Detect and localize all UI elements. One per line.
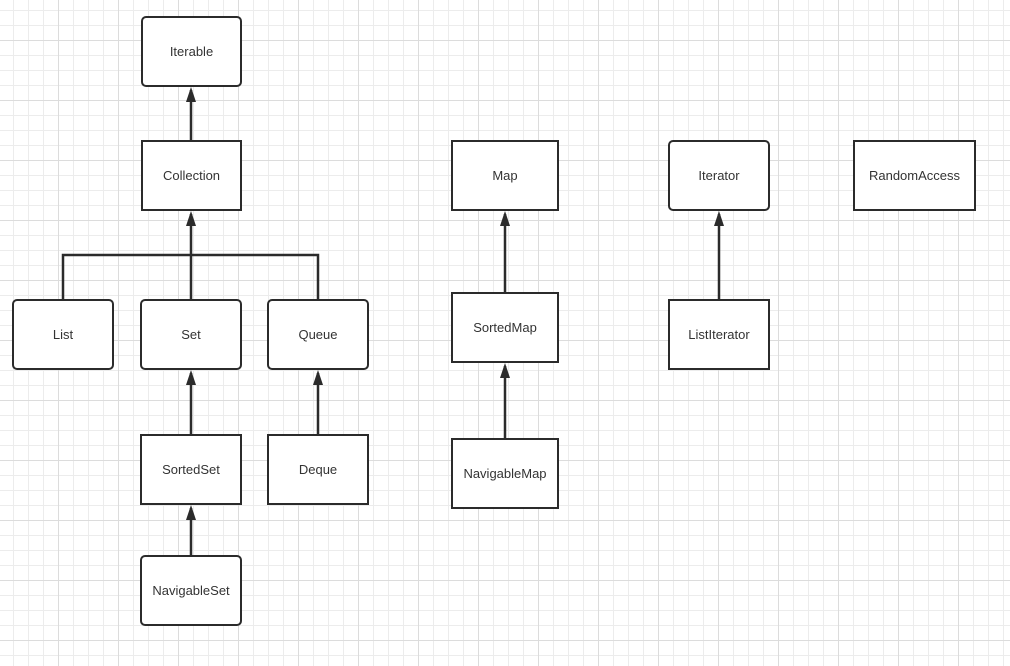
node-label: Set (181, 327, 201, 342)
node-randomaccess[interactable]: RandomAccess (853, 140, 976, 211)
arrowhead-icon (500, 363, 510, 378)
node-label: RandomAccess (868, 168, 961, 183)
node-iterable[interactable]: Iterable (141, 16, 242, 87)
node-sortedset[interactable]: SortedSet (140, 434, 242, 505)
node-navigablemap[interactable]: NavigableMap (451, 438, 559, 509)
node-label: Iterator (698, 168, 740, 183)
arrowhead-icon (186, 505, 196, 520)
node-label: NavigableSet (152, 583, 230, 598)
node-deque[interactable]: Deque (267, 434, 369, 505)
node-iterator[interactable]: Iterator (668, 140, 770, 211)
node-label: Map (492, 168, 518, 183)
node-listiterator[interactable]: ListIterator (668, 299, 770, 370)
arrowhead-icon (186, 211, 196, 226)
diagram-canvas: Iterable Collection List Set Queue Sorte… (0, 0, 1010, 666)
arrowhead-icon (500, 211, 510, 226)
node-list[interactable]: List (12, 299, 114, 370)
node-label: List (52, 327, 74, 342)
node-collection[interactable]: Collection (141, 140, 242, 211)
node-label: Queue (298, 327, 338, 342)
arrowhead-icon (714, 211, 724, 226)
arrowhead-icon (186, 370, 196, 385)
node-queue[interactable]: Queue (267, 299, 369, 370)
node-label: SortedSet (162, 462, 220, 477)
node-set[interactable]: Set (140, 299, 242, 370)
edge-list-collection (61, 253, 191, 299)
edge-queue-collection (191, 253, 320, 299)
node-label: Collection (162, 168, 221, 183)
node-map[interactable]: Map (451, 140, 559, 211)
arrowhead-icon (186, 87, 196, 102)
node-navigableset[interactable]: NavigableSet (140, 555, 242, 626)
node-label: Deque (298, 462, 338, 477)
arrowhead-icon (313, 370, 323, 385)
node-sortedmap[interactable]: SortedMap (451, 292, 559, 363)
node-label: Iterable (169, 44, 214, 59)
node-label: NavigableMap (463, 466, 547, 481)
node-label: ListIterator (688, 327, 750, 342)
node-label: SortedMap (473, 320, 537, 335)
